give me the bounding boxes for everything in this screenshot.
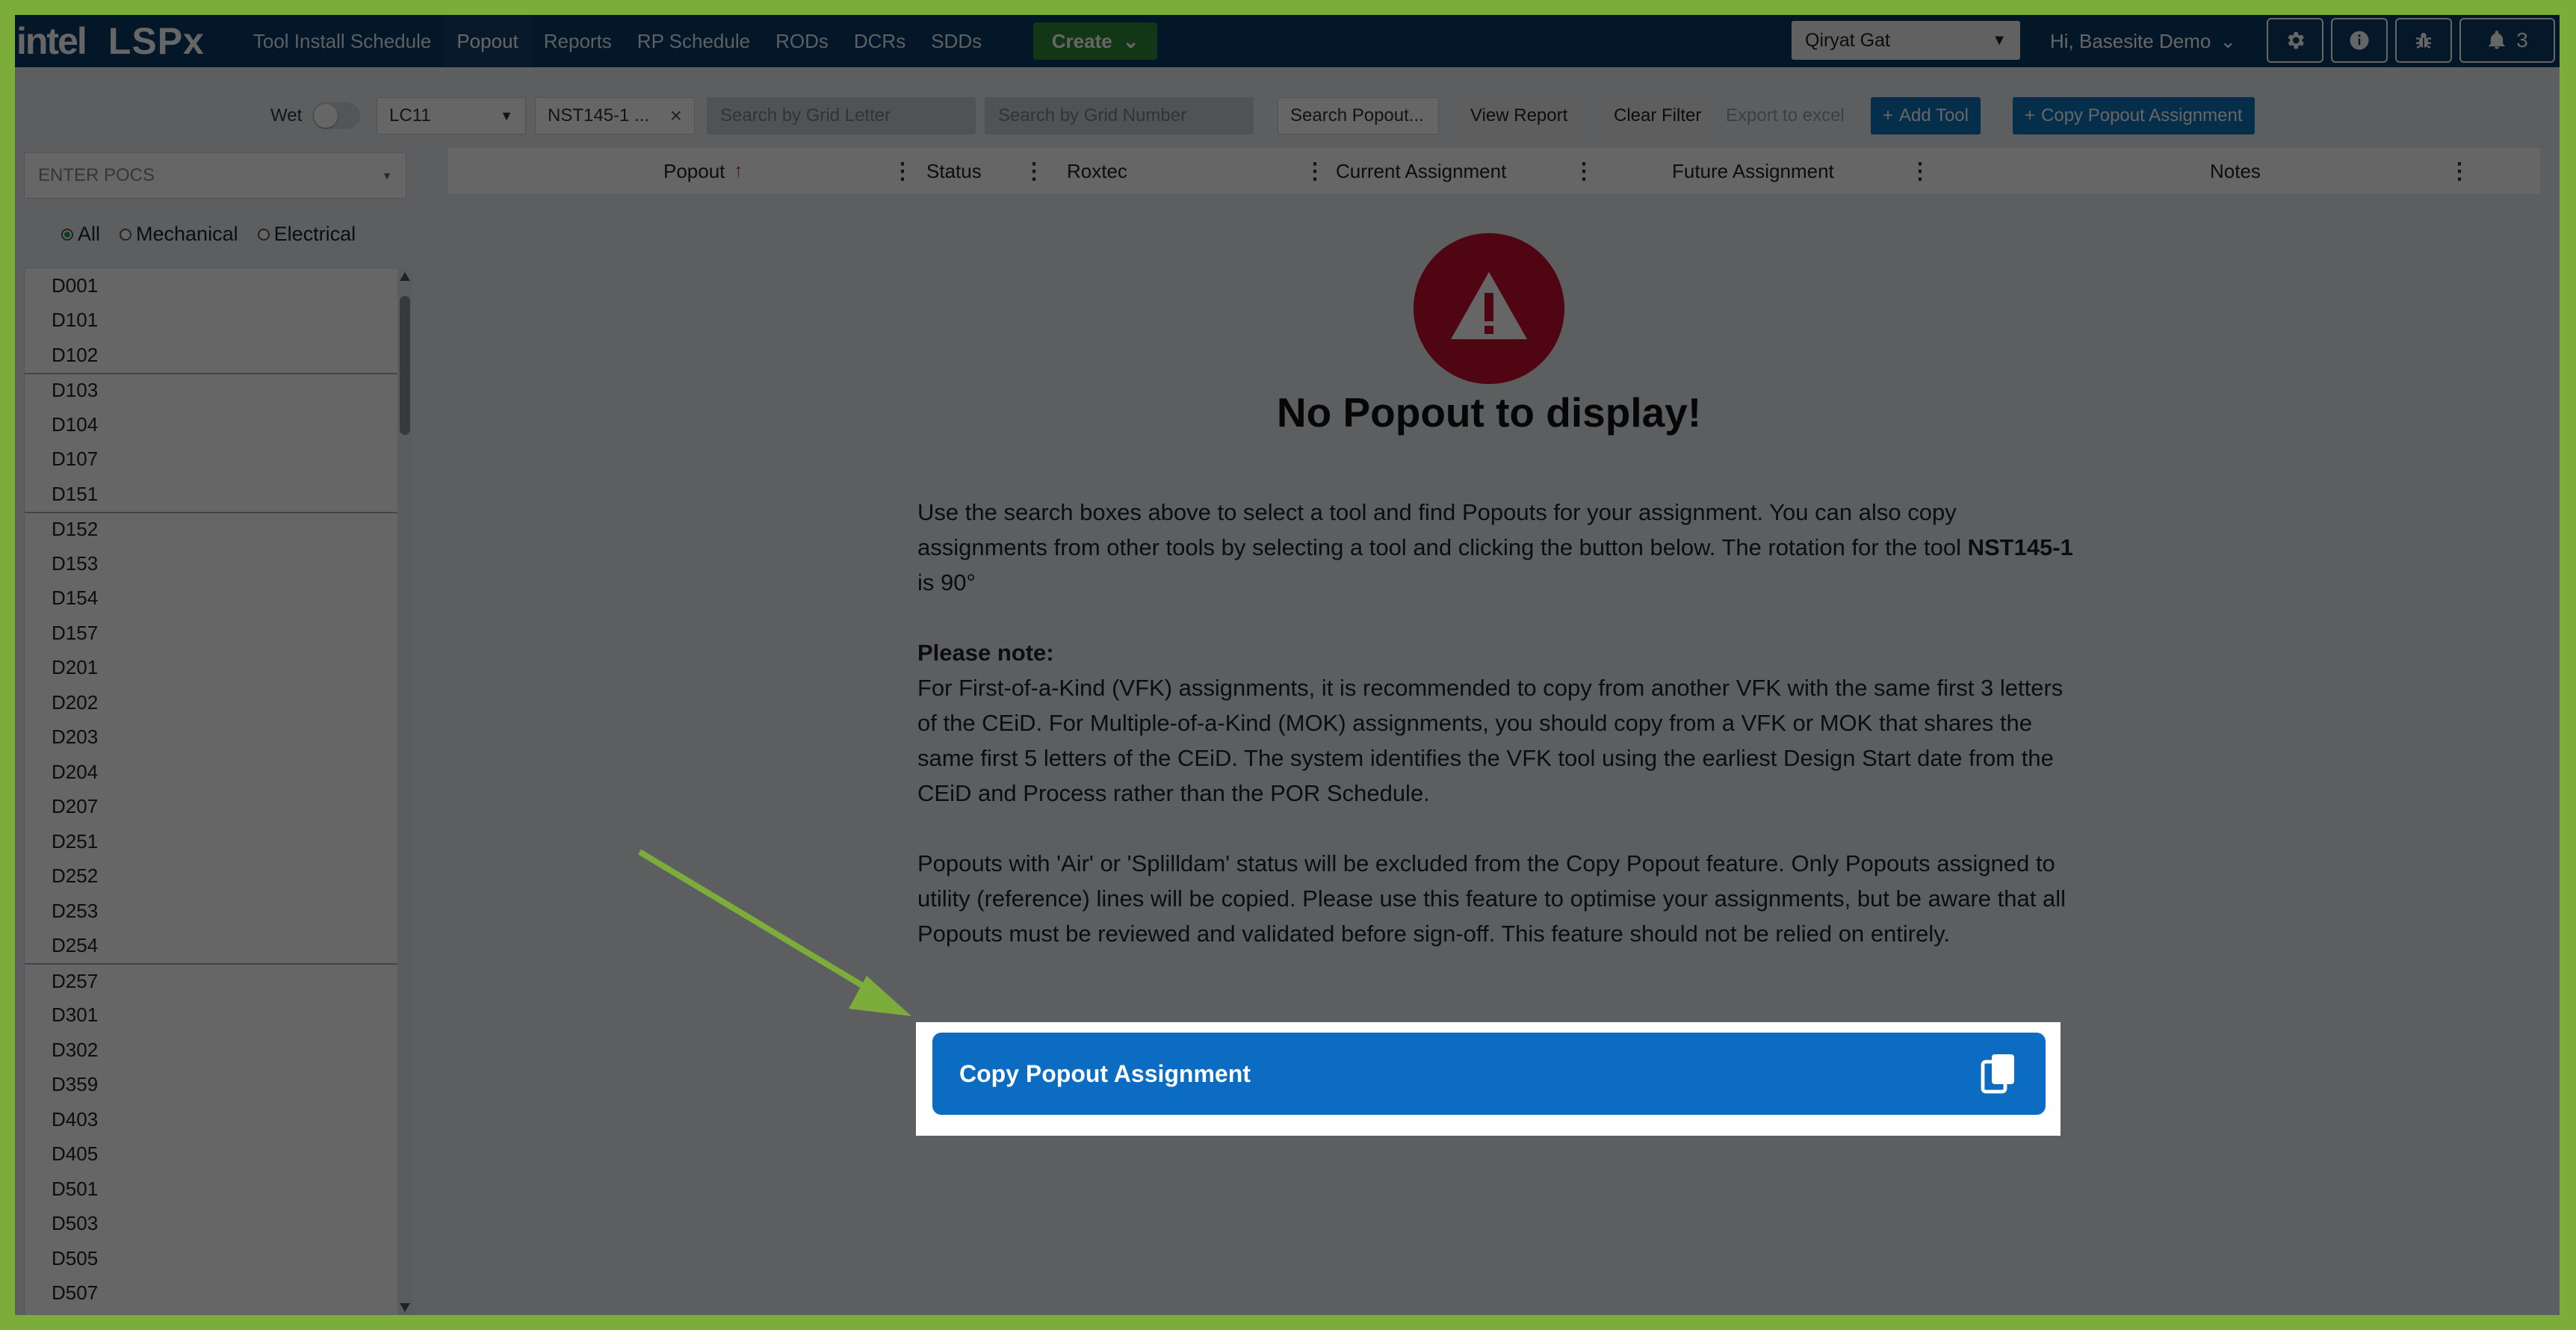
callout-arrow [637,849,911,1016]
app-window: intel LSPx Tool Install Schedule Popout … [15,15,2560,1315]
